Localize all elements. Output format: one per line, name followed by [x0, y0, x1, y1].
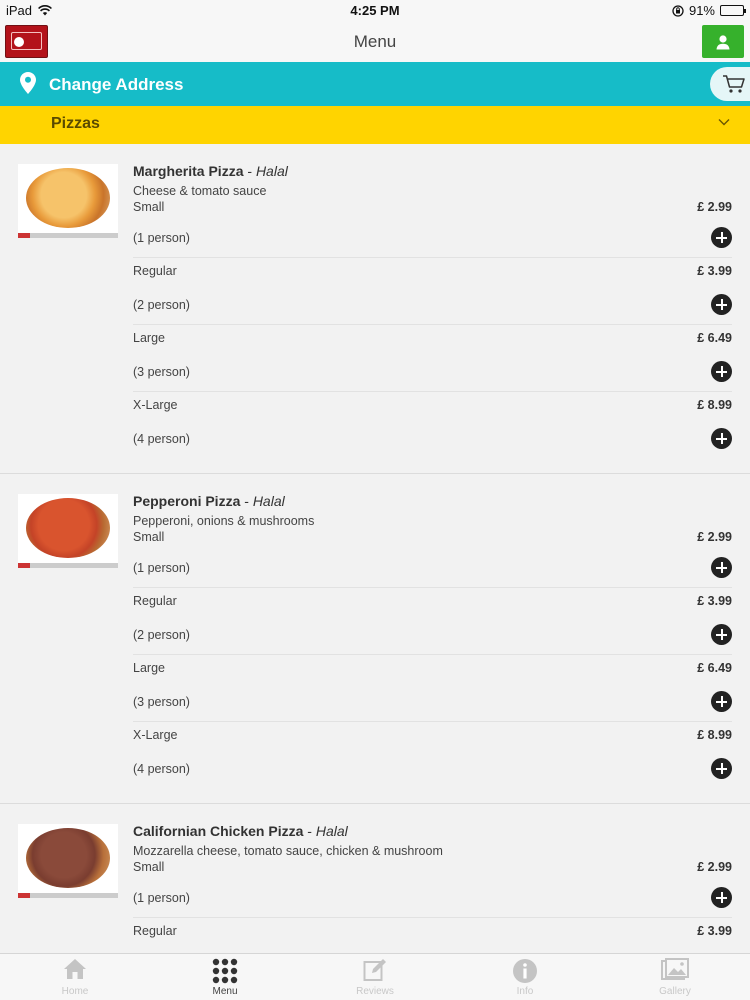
size-option: Large £ 6.49 (3 person) — [133, 655, 732, 722]
cart-icon — [723, 75, 745, 93]
edit-icon — [363, 959, 386, 981]
product-description: Cheese & tomato sauce — [133, 184, 267, 198]
cart-button[interactable] — [710, 67, 750, 101]
tab-label: Menu — [212, 986, 238, 997]
category-label: Pizzas — [51, 115, 100, 132]
info-icon — [513, 959, 537, 983]
battery-icon — [720, 5, 746, 16]
size-option: Large £ 6.49 (3 person) — [133, 325, 732, 392]
size-label: Regular — [133, 594, 177, 608]
add-to-cart-button[interactable] — [711, 758, 732, 779]
tab-home[interactable]: Home — [0, 954, 150, 1000]
size-option: Small £ 2.99 (1 person) — [133, 860, 732, 918]
tab-gallery[interactable]: Gallery — [600, 954, 750, 1000]
product-description: Mozzarella cheese, tomato sauce, chicken… — [133, 844, 443, 858]
price-label: £ 3.99 — [697, 924, 732, 938]
tab-label: Gallery — [659, 986, 691, 997]
category-header-pizzas[interactable]: Pizzas — [0, 106, 750, 144]
size-label: X-Large — [133, 398, 178, 412]
size-option: X-Large £ 8.99 (4 person) — [133, 722, 732, 789]
product-card: Pepperoni Pizza - Halal Pepperoni, onion… — [0, 474, 750, 804]
nav-header: Menu — [0, 22, 750, 62]
price-label: £ 6.49 — [697, 661, 732, 675]
page-title: Menu — [353, 32, 397, 51]
add-to-cart-button[interactable] — [711, 691, 732, 712]
add-to-cart-button[interactable] — [711, 624, 732, 645]
chevron-down-icon — [718, 119, 730, 126]
account-button[interactable] — [702, 25, 744, 58]
price-label: £ 3.99 — [697, 594, 732, 608]
add-to-cart-button[interactable] — [711, 361, 732, 382]
location-pin-icon — [20, 72, 36, 94]
size-option: X-Large £ 8.99 (4 person) — [133, 392, 732, 459]
price-label: £ 2.99 — [697, 200, 732, 214]
add-to-cart-button[interactable] — [711, 294, 732, 315]
size-label: Small — [133, 200, 165, 214]
halal-tag: Halal — [315, 823, 348, 839]
persons-label: (3 person) — [133, 365, 190, 379]
battery-percent: 91% — [688, 3, 715, 18]
bottom-tab-bar: Home Menu Reviews Info Gallery — [0, 953, 750, 1000]
persons-label: (1 person) — [133, 891, 190, 905]
gallery-icon — [661, 958, 689, 980]
size-label: Regular — [133, 924, 177, 938]
persons-label: (4 person) — [133, 762, 190, 776]
change-address-bar[interactable]: Change Address — [0, 62, 750, 106]
size-label: X-Large — [133, 728, 178, 742]
home-icon — [64, 959, 86, 979]
persons-label: (4 person) — [133, 432, 190, 446]
product-name: Californian Chicken Pizza - Halal — [133, 823, 348, 839]
persons-label: (2 person) — [133, 628, 190, 642]
size-label: Large — [133, 331, 165, 345]
size-option: Regular £ 3.99 (2 person) — [133, 588, 732, 655]
size-option: Small £ 2.99 (1 person) — [133, 530, 732, 588]
add-to-cart-button[interactable] — [711, 557, 732, 578]
status-time: 4:25 PM — [350, 3, 400, 18]
price-label: £ 2.99 — [697, 530, 732, 544]
persons-label: (2 person) — [133, 298, 190, 312]
product-list[interactable]: Margherita Pizza - Halal Cheese & tomato… — [0, 144, 750, 953]
size-label: Small — [133, 860, 165, 874]
price-label: £ 8.99 — [697, 728, 732, 742]
tab-label: Info — [516, 986, 534, 997]
product-image[interactable] — [18, 824, 118, 898]
add-to-cart-button[interactable] — [711, 428, 732, 449]
size-option: Small £ 2.99 (1 person) — [133, 200, 732, 258]
size-label: Regular — [133, 264, 177, 278]
price-label: £ 3.99 — [697, 264, 732, 278]
tab-info[interactable]: Info — [450, 954, 600, 1000]
add-to-cart-button[interactable] — [711, 227, 732, 248]
orientation-lock-icon — [672, 4, 684, 17]
halal-tag: Halal — [252, 493, 285, 509]
product-image[interactable] — [18, 494, 118, 568]
product-card: Margherita Pizza - Halal Cheese & tomato… — [0, 144, 750, 474]
persons-label: (1 person) — [133, 561, 190, 575]
persons-label: (3 person) — [133, 695, 190, 709]
persons-label: (1 person) — [133, 231, 190, 245]
status-bar: iPad 4:25 PM 91% — [0, 0, 750, 22]
price-label: £ 2.99 — [697, 860, 732, 874]
halal-tag: Halal — [255, 163, 288, 179]
size-option: Regular £ 3.99 (2 person) — [133, 258, 732, 325]
size-label: Small — [133, 530, 165, 544]
size-option: Regular £ 3.99 — [133, 918, 732, 953]
product-name: Margherita Pizza - Halal — [133, 163, 288, 179]
tab-menu[interactable]: Menu — [150, 954, 300, 1000]
product-card: Californian Chicken Pizza - Halal Mozzar… — [0, 804, 750, 953]
tab-reviews[interactable]: Reviews — [300, 954, 450, 1000]
price-label: £ 8.99 — [697, 398, 732, 412]
tab-label: Home — [61, 986, 89, 997]
product-name: Pepperoni Pizza - Halal — [133, 493, 285, 509]
menu-grid-icon — [212, 958, 238, 984]
add-to-cart-button[interactable] — [711, 887, 732, 908]
product-image[interactable] — [18, 164, 118, 238]
tab-label: Reviews — [356, 986, 394, 997]
size-label: Large — [133, 661, 165, 675]
user-icon — [716, 34, 730, 49]
product-description: Pepperoni, onions & mushrooms — [133, 514, 315, 528]
change-address-label: Change Address — [49, 75, 184, 94]
price-label: £ 6.49 — [697, 331, 732, 345]
